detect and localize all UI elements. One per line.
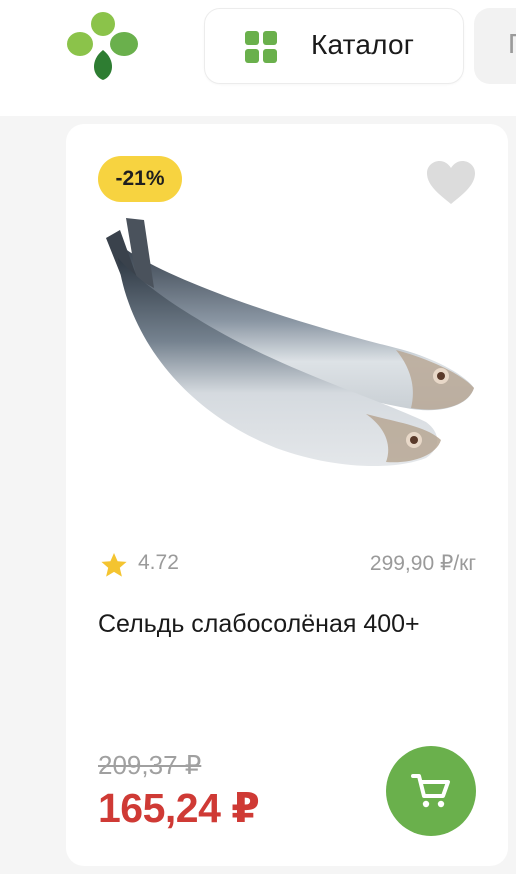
next-nav-button[interactable]: П: [474, 8, 516, 84]
catalog-button[interactable]: Каталог: [204, 8, 464, 84]
site-header: Каталог П: [0, 0, 516, 116]
next-nav-button-label: П: [508, 28, 516, 60]
discount-badge: -21%: [98, 156, 182, 202]
clover-logo-icon[interactable]: [66, 10, 140, 82]
rating-value: 4.72: [138, 551, 179, 574]
heart-icon[interactable]: [426, 160, 476, 206]
old-price: 209,37 ₽: [98, 750, 202, 780]
add-to-cart-button[interactable]: [386, 746, 476, 836]
grid-icon: [245, 31, 277, 63]
product-card[interactable]: -21% 4.72 299,90 ₽/кг Сельдь слабосолёна…: [66, 124, 508, 866]
current-price: 165,24 ₽: [98, 785, 260, 831]
catalog-button-label: Каталог: [311, 29, 415, 60]
product-image[interactable]: [96, 208, 482, 588]
unit-price: 299,90 ₽/кг: [369, 552, 476, 575]
product-title[interactable]: Сельдь слабосолёная 400+: [98, 608, 478, 640]
shopping-cart-icon: [411, 772, 451, 810]
star-icon: [100, 552, 128, 578]
